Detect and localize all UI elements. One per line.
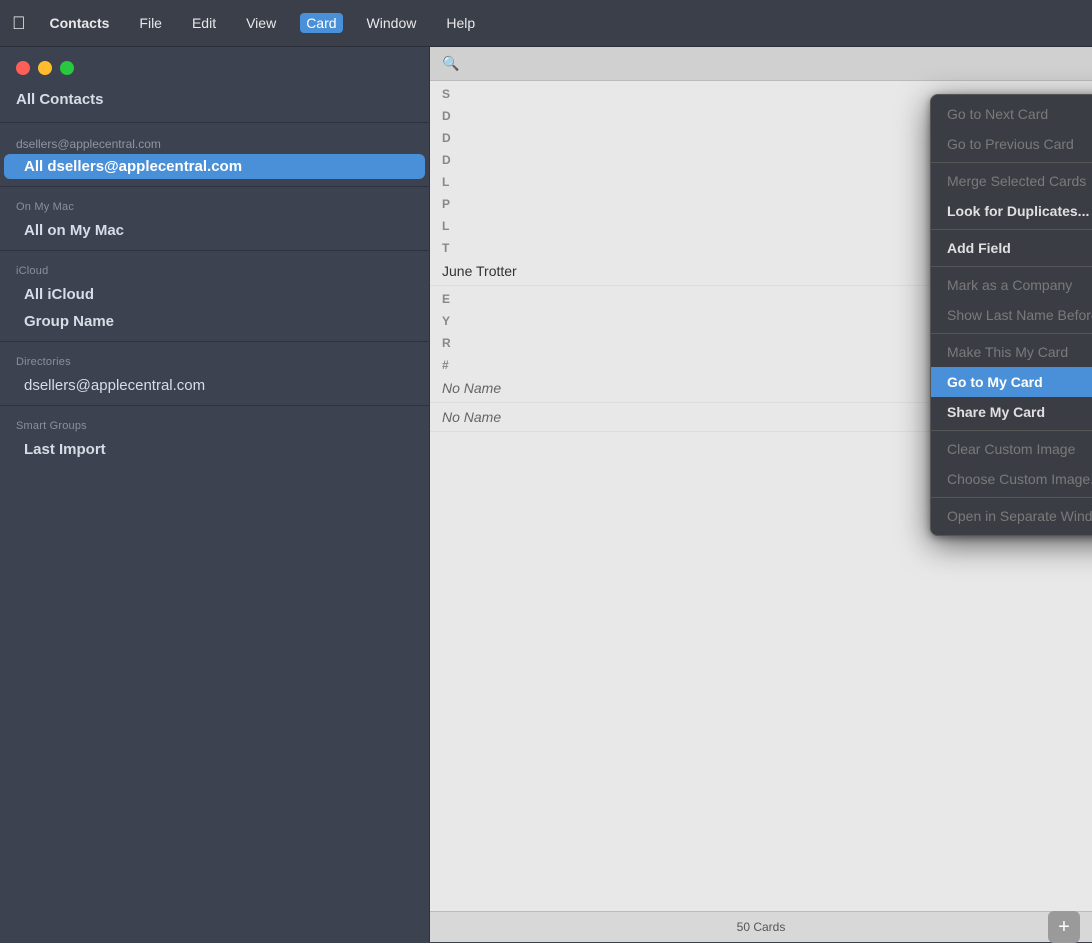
sidebar-label-onmymac: On My Mac	[16, 201, 413, 213]
menu-label-merge-cards: Merge Selected Cards	[947, 173, 1086, 189]
menu-label-last-name-first: Show Last Name Before First	[947, 307, 1092, 323]
menubar-contacts[interactable]: Contacts	[44, 13, 116, 33]
close-button[interactable]	[16, 61, 30, 75]
menu-item-open-separate[interactable]: Open in Separate Window ⌘I	[931, 501, 1092, 531]
menu-label-open-separate: Open in Separate Window	[947, 508, 1092, 524]
sidebar-item-last-import[interactable]: Last Import	[4, 437, 425, 462]
sidebar-label-icloud: iCloud	[16, 265, 413, 277]
sidebar-section-smartgroups: Smart Groups	[0, 412, 429, 436]
sidebar-label-directories: Directories	[16, 356, 413, 368]
menu-label-clear-image: Clear Custom Image	[947, 441, 1075, 457]
menu-label-add-field: Add Field	[947, 240, 1011, 256]
traffic-lights	[0, 47, 429, 85]
menubar-view[interactable]: View	[240, 13, 282, 33]
divider5	[0, 405, 429, 406]
divider3	[0, 250, 429, 251]
menu-label-mark-company: Mark as a Company	[947, 277, 1072, 293]
apple-menu[interactable]: 	[12, 13, 26, 34]
menu-sep-5	[931, 430, 1092, 431]
divider2	[0, 186, 429, 187]
menubar-window[interactable]: Window	[361, 13, 423, 33]
card-menu-dropdown: Go to Next Card ⌘] Go to Previous Card ⌘…	[930, 94, 1092, 536]
sidebar-item-all-onmymac[interactable]: All on My Mac	[4, 218, 425, 243]
sidebar-account-dsellers: dsellers@applecentral.com	[0, 129, 429, 153]
menu-item-go-next-card[interactable]: Go to Next Card ⌘]	[931, 99, 1092, 129]
menu-sep-4	[931, 333, 1092, 334]
menubar-card[interactable]: Card	[300, 13, 342, 33]
menu-label-go-prev-card: Go to Previous Card	[947, 136, 1074, 152]
menu-label-share-my-card: Share My Card	[947, 404, 1045, 420]
menu-label-make-my-card: Make This My Card	[947, 344, 1068, 360]
divider	[0, 122, 429, 123]
sidebar-section-directories: Directories	[0, 348, 429, 372]
menu-item-clear-image[interactable]: Clear Custom Image	[931, 434, 1092, 464]
sidebar-item-directories-dsellers[interactable]: dsellers@applecentral.com	[4, 373, 425, 398]
fullscreen-button[interactable]	[60, 61, 74, 75]
menu-item-make-my-card[interactable]: Make This My Card	[931, 337, 1092, 367]
menu-sep-1	[931, 162, 1092, 163]
sidebar-section-onmymac: On My Mac	[0, 193, 429, 217]
menubar-edit[interactable]: Edit	[186, 13, 222, 33]
menu-label-go-my-card: Go to My Card	[947, 374, 1043, 390]
sidebar-all-contacts[interactable]: All Contacts	[0, 85, 429, 116]
minimize-button[interactable]	[38, 61, 52, 75]
menu-item-add-field[interactable]: Add Field ▶	[931, 233, 1092, 263]
menu-label-look-duplicates: Look for Duplicates...	[947, 203, 1089, 219]
menubar-help[interactable]: Help	[440, 13, 481, 33]
menu-item-share-my-card[interactable]: Share My Card ▶	[931, 397, 1092, 427]
menu-item-merge-cards[interactable]: Merge Selected Cards ⇧⌘L	[931, 166, 1092, 196]
menu-item-go-prev-card[interactable]: Go to Previous Card ⌘[	[931, 129, 1092, 159]
menu-item-choose-image[interactable]: Choose Custom Image... ⌥⌘I	[931, 464, 1092, 494]
menu-label-go-next-card: Go to Next Card	[947, 106, 1048, 122]
sidebar-item-all-icloud[interactable]: All iCloud	[4, 282, 425, 307]
menu-item-mark-company[interactable]: Mark as a Company ⌘\	[931, 270, 1092, 300]
menu-item-last-name-first[interactable]: Show Last Name Before First	[931, 300, 1092, 330]
contact-area: 🔍 S D D D L P L T June Trotter E Y R # N…	[430, 47, 1092, 942]
main-layout: All Contacts dsellers@applecentral.com A…	[0, 47, 1092, 942]
cards-count: 50 Cards	[737, 920, 786, 934]
menu-label-choose-image: Choose Custom Image...	[947, 471, 1092, 487]
sidebar: All Contacts dsellers@applecentral.com A…	[0, 47, 430, 942]
menu-item-look-duplicates[interactable]: Look for Duplicates...	[931, 196, 1092, 226]
sidebar-label-smartgroups: Smart Groups	[16, 420, 413, 432]
menu-sep-6	[931, 497, 1092, 498]
menu-sep-3	[931, 266, 1092, 267]
search-icon: 🔍	[442, 55, 459, 72]
menu-item-go-my-card[interactable]: Go to My Card ⇧⌘M	[931, 367, 1092, 397]
menubar-file[interactable]: File	[133, 13, 168, 33]
sidebar-section-icloud: iCloud	[0, 257, 429, 281]
search-bar: 🔍	[430, 47, 1092, 81]
add-contact-button[interactable]: +	[1048, 911, 1080, 943]
divider4	[0, 341, 429, 342]
sidebar-item-all-dsellers[interactable]: All dsellers@applecentral.com	[4, 154, 425, 179]
menubar:  Contacts File Edit View Card Window He…	[0, 0, 1092, 47]
menu-sep-2	[931, 229, 1092, 230]
bottom-bar: 50 Cards +	[430, 911, 1092, 942]
sidebar-item-group-name[interactable]: Group Name	[4, 309, 425, 334]
